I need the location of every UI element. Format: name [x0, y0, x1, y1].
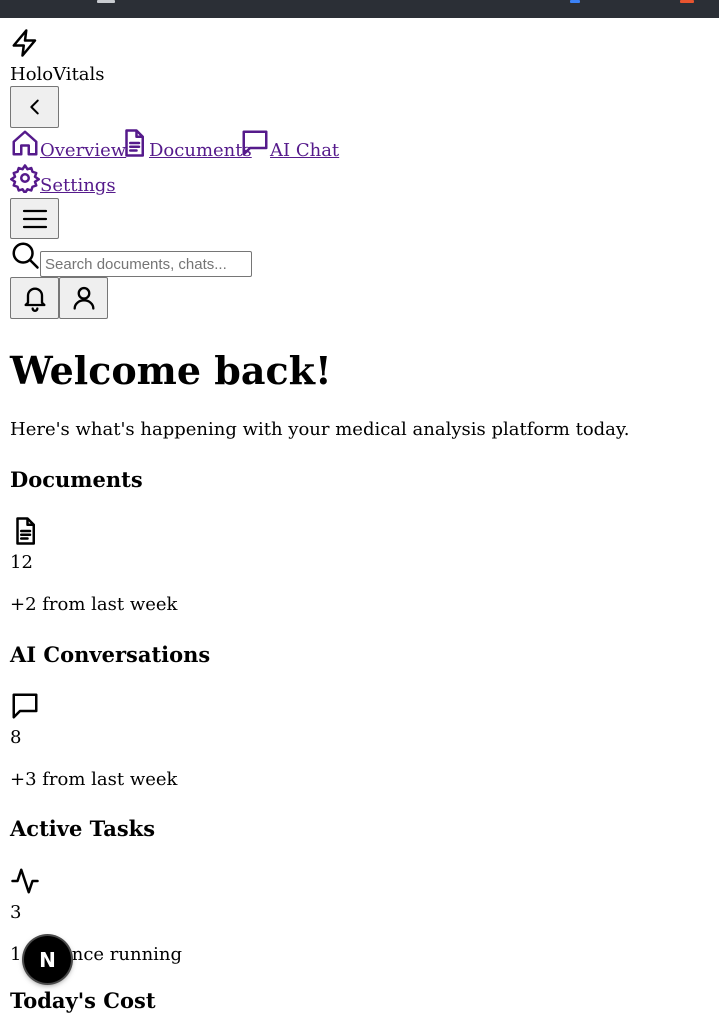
- chat-icon: [240, 128, 270, 158]
- notifications-button[interactable]: [10, 277, 59, 319]
- nav-item-overview[interactable]: Overview: [40, 140, 126, 161]
- card-value-ai-conversations: 8: [10, 727, 22, 748]
- nav-item-settings[interactable]: Settings: [40, 175, 116, 196]
- page-subtitle: Here's what's happening with your medica…: [10, 419, 630, 440]
- card-change-ai-conversations: +3 from last week: [10, 769, 178, 790]
- toolbar-icon-fragment: [680, 0, 694, 3]
- card-title-todays-cost: Today's Cost: [10, 988, 156, 1013]
- home-icon: [10, 128, 40, 158]
- nav-item-documents[interactable]: Documents: [149, 140, 252, 161]
- document-icon: [10, 516, 40, 546]
- card-title-documents: Documents: [10, 467, 143, 492]
- search-input[interactable]: [40, 251, 252, 277]
- card-change-documents: +2 from last week: [10, 594, 178, 615]
- app-name: HoloVitals: [10, 64, 105, 85]
- collapse-sidebar-button[interactable]: [10, 86, 59, 128]
- gear-icon: [10, 163, 40, 193]
- chat-icon: [10, 691, 40, 721]
- card-title-active-tasks: Active Tasks: [10, 816, 156, 841]
- card-title-ai-conversations: AI Conversations: [10, 642, 211, 667]
- browser-top-bar: [0, 0, 719, 18]
- page-title: Welcome back!: [10, 348, 332, 393]
- lightning-icon: [10, 28, 40, 58]
- bell-icon: [21, 284, 49, 312]
- document-icon: [119, 128, 149, 158]
- profile-button[interactable]: [59, 277, 108, 319]
- hamburger-icon: [22, 207, 48, 231]
- menu-button[interactable]: [10, 198, 59, 239]
- n-logo-icon: N: [39, 947, 56, 972]
- toolbar-icon-fragment: [97, 0, 115, 3]
- card-value-documents: 12: [10, 552, 33, 573]
- toolbar-icon-fragment: [570, 0, 580, 3]
- nav-item-ai-chat[interactable]: AI Chat: [270, 140, 339, 161]
- search-icon: [10, 240, 40, 270]
- chevron-left-icon: [24, 96, 46, 118]
- dev-tools-badge[interactable]: N: [24, 936, 71, 983]
- activity-icon: [10, 866, 40, 896]
- user-icon: [70, 284, 98, 312]
- card-value-active-tasks: 3: [10, 902, 22, 923]
